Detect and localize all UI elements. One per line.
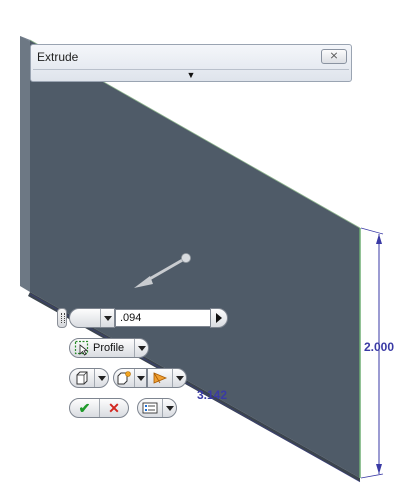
width-dimension-label[interactable]: 3.142: [197, 388, 227, 402]
chevron-right-icon: [216, 313, 222, 323]
options-list-icon: [142, 402, 158, 414]
part-side-face: [20, 36, 30, 292]
distance-input[interactable]: [115, 309, 211, 327]
extrude-panel: Extrude ⨯ ▼: [30, 44, 352, 82]
direction-dropdown[interactable]: [69, 308, 115, 328]
ok-cancel-group: ✔ ✕: [69, 398, 129, 418]
close-button[interactable]: ⨯: [321, 49, 347, 64]
options-menu-dropdown[interactable]: [137, 398, 177, 418]
chevron-down-icon: [136, 375, 145, 381]
toolbar-grip-handle[interactable]: [57, 308, 67, 328]
ok-button[interactable]: ✔: [70, 399, 99, 417]
close-icon: ⨯: [329, 50, 339, 62]
extent-direction-icon: [153, 372, 168, 384]
profile-label: Profile: [93, 342, 125, 354]
solid-output-icon: [76, 371, 88, 385]
chevron-down-icon: [97, 375, 106, 381]
chevron-down-icon: [165, 405, 174, 411]
chevron-down-icon: ▼: [186, 70, 196, 80]
checkmark-icon: ✔: [78, 399, 91, 416]
cross-icon: ✕: [108, 399, 120, 416]
output-type-dropdown[interactable]: [69, 368, 109, 388]
profile-select-icon: [74, 340, 89, 356]
height-dimension-label[interactable]: 2.000: [364, 340, 394, 354]
chevron-down-icon: [175, 375, 184, 381]
chevron-down-icon: [103, 315, 112, 321]
cancel-button[interactable]: ✕: [99, 399, 128, 417]
profile-selector[interactable]: Profile: [69, 338, 149, 358]
extent-type-dropdown[interactable]: [147, 368, 187, 388]
boolean-operation-dropdown[interactable]: [113, 368, 147, 388]
expand-panel-button[interactable]: ▼: [33, 69, 349, 81]
panel-title: Extrude: [37, 50, 79, 64]
chevron-down-icon: [137, 345, 146, 351]
join-operation-icon: [117, 371, 131, 385]
